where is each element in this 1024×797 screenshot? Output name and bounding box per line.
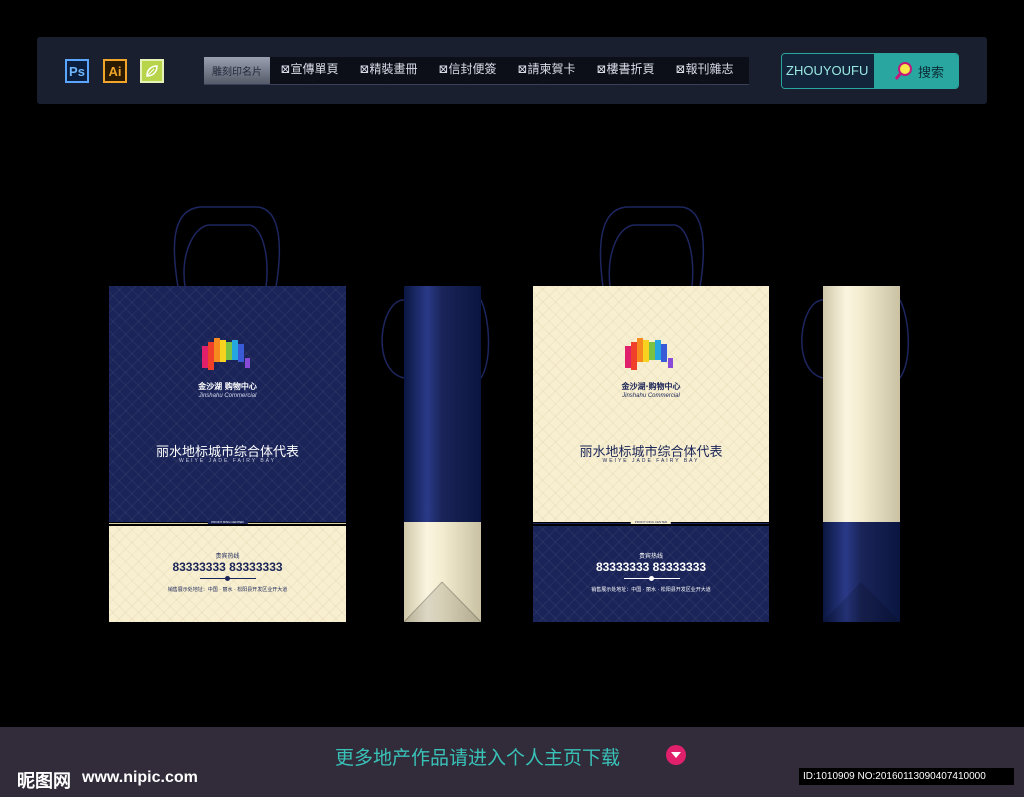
bag-lower-panel: 贵宾热线 83333333 83333333 销售展示处地址：中国 · 丽水 ·… (109, 526, 346, 622)
slogan-en: WEIYE JADE FAIRY BAY (179, 458, 276, 464)
side-fold (823, 582, 900, 622)
handle-front-cream-back (608, 224, 694, 288)
side-upper-panel (823, 286, 900, 522)
bag-upper-panel: 金沙湖·购物中心 Jinshahu Commercial 丽水地标城市综合体代表… (533, 286, 769, 522)
rainbow-figures-logo (201, 338, 250, 370)
watermark-url: www.nipic.com (82, 769, 198, 786)
brand-name-en: Jinshahu Commercial (198, 393, 257, 399)
hotline-phone: 83333333 83333333 (172, 560, 283, 574)
sales-address: 销售展示处地址：中国 · 丽水 · 松阳县开发区业开大道 (591, 587, 711, 593)
divider-dot (649, 576, 654, 581)
watermark-site-name: 昵图网 (17, 771, 71, 792)
brand-name-cn: 金沙湖·购物中心 (621, 382, 681, 391)
bag-lower-panel: 贵宾热线 83333333 83333333 销售展示处地址：中国 · 丽水 ·… (533, 526, 769, 622)
bag-front-navy: 金沙湖 购物中心 Jinshahu Commercial 丽水地标城市综合体代表… (109, 286, 346, 622)
slogan-en: WEIYE JADE FAIRY BAY (602, 458, 700, 464)
bag-front-cream: 金沙湖·购物中心 Jinshahu Commercial 丽水地标城市综合体代表… (533, 286, 769, 622)
band-label: PROFIT RING CENTER (207, 520, 248, 524)
handle-front-navy (173, 206, 281, 288)
hotline-label: 贵宾热线 (638, 553, 663, 560)
bag-upper-panel: 金沙湖 购物中心 Jinshahu Commercial 丽水地标城市综合体代表… (109, 286, 346, 522)
hotline-label: 贵宾热线 (215, 553, 240, 560)
side-fold (404, 581, 481, 622)
bag-side-cream (823, 286, 900, 622)
side-upper-panel (404, 286, 481, 522)
hotline-phone: 83333333 83333333 (595, 560, 707, 574)
divider-dot (225, 576, 230, 581)
promo-link[interactable]: 更多地产作品请进入个人主页下载 (335, 743, 620, 770)
rainbow-figures-logo (625, 338, 673, 370)
band-label: PROFIT RING CENTER (630, 520, 672, 524)
brand-name-en: Jinshahu Commercial (622, 393, 680, 399)
bag-side-navy (404, 286, 481, 622)
image-id-text: ID:1010909 NO:20160113090407410000 (799, 768, 1014, 785)
handle-front-cream (599, 206, 705, 288)
brand-name-cn: 金沙湖 购物中心 (198, 382, 257, 391)
handle-front-navy-back (183, 224, 268, 288)
sales-address: 销售展示处地址：中国 · 丽水 · 松阳县开发区业开大道 (167, 587, 288, 593)
chevron-down-icon[interactable] (666, 745, 686, 765)
